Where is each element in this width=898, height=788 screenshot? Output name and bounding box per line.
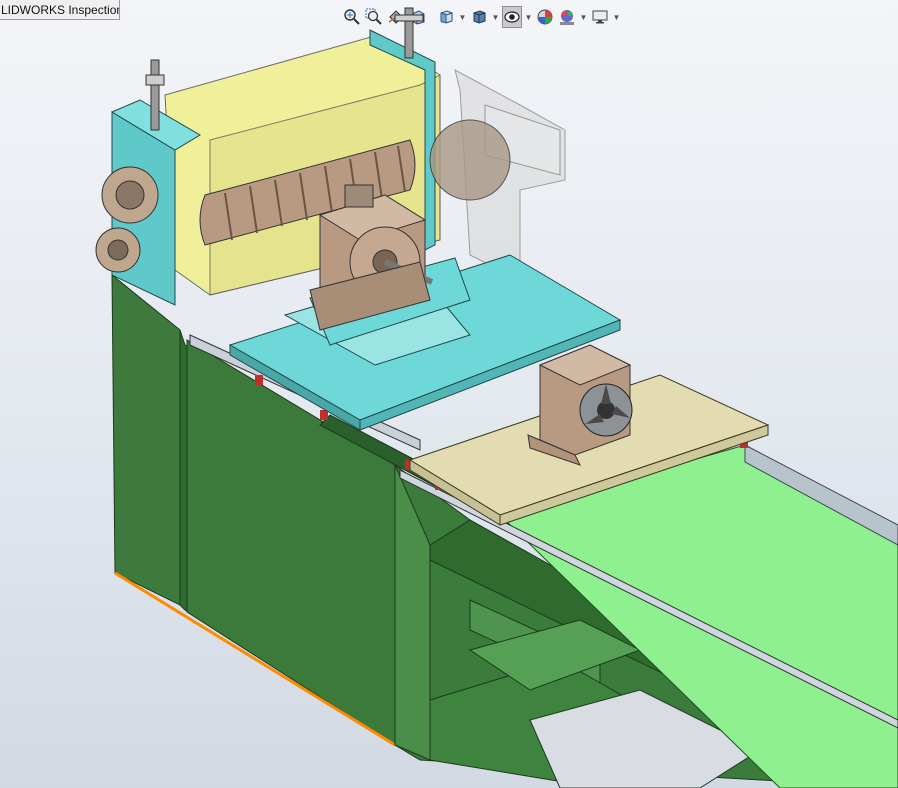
model-viewport[interactable] bbox=[0, 0, 898, 788]
